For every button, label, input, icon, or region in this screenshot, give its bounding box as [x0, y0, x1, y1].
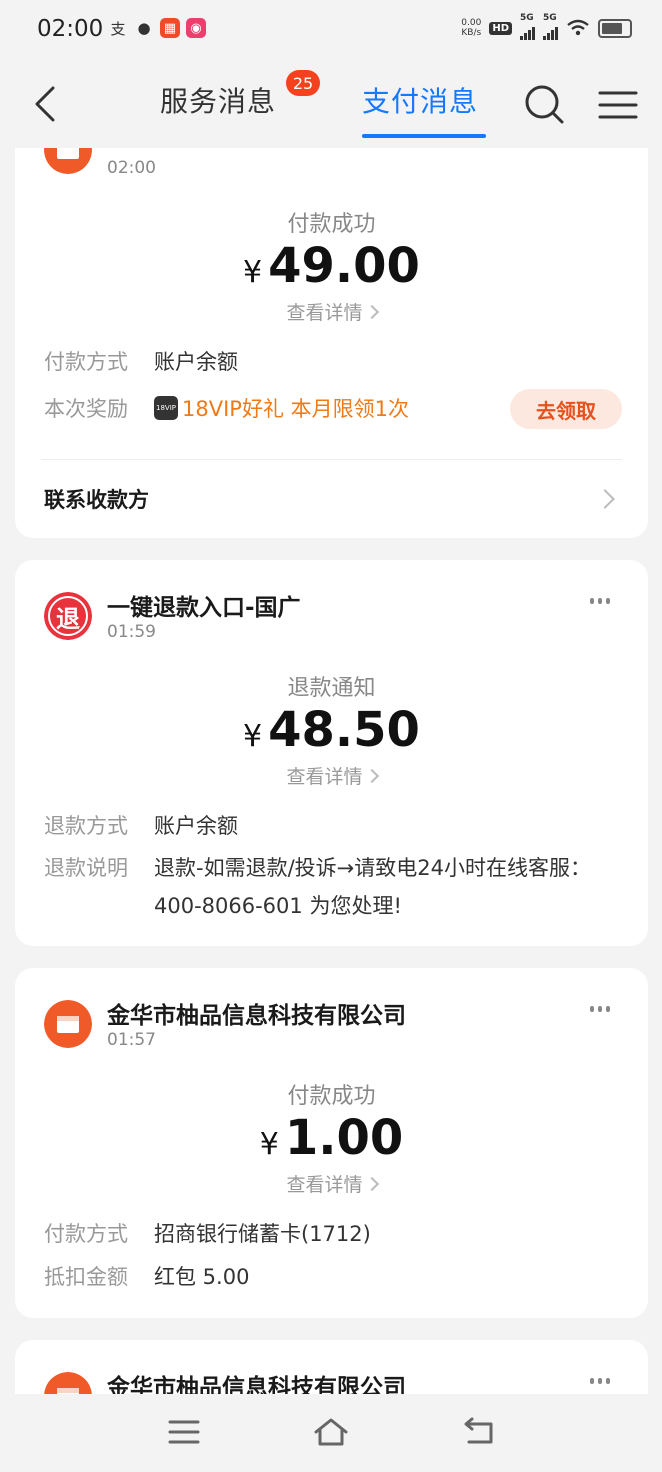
payment-card-3[interactable]: 金华市柚品信息科技有限公司 01:57 付款成功 ¥1.00 查看详情 付款方式… [15, 968, 648, 1318]
merchant-name: 一键退款入口-国广 [107, 595, 301, 621]
tab-payment-messages[interactable]: 支付消息 [362, 80, 478, 120]
search-icon[interactable] [524, 84, 564, 124]
status-bar: 02:00 支 ● ▦ ◉ 0.00 KB/s HD 5G 5G [0, 0, 662, 62]
chevron-right-icon [595, 489, 615, 509]
payment-card-1[interactable]: 02:00 付款成功 ¥49.00 查看详情 付款方式 账户余额 本次奖励 18VI… [15, 110, 648, 538]
vip-icon: 18VIP [154, 396, 178, 420]
info-row-refund-method: 退款方式 账户余额 [44, 814, 238, 838]
contact-payee[interactable]: 联系收款方 [44, 484, 149, 514]
divider [41, 459, 622, 460]
wechat-icon: ● [137, 19, 151, 37]
refund-status: 退款通知 [287, 676, 376, 701]
payment-amount: ¥49.00 [243, 238, 420, 294]
status-time: 02:00 [37, 16, 104, 42]
view-details-link[interactable]: 查看详情 [15, 762, 648, 789]
alipay-icon: 支 [110, 19, 126, 38]
active-tab-underline [362, 134, 486, 138]
merchant-store-icon [44, 1000, 92, 1048]
menu-icon[interactable] [598, 90, 638, 120]
battery-icon [598, 18, 632, 38]
payment-status: 付款成功 [287, 212, 376, 237]
more-options-icon[interactable] [590, 598, 610, 606]
wifi-icon [567, 19, 589, 36]
chevron-right-icon [364, 304, 379, 320]
more-options-icon[interactable] [590, 1378, 610, 1386]
net-speed: 0.00 KB/s [461, 18, 482, 38]
merchant-name: 金华市柚品信息科技有限公司 [107, 1003, 406, 1029]
hd-icon: HD [489, 21, 512, 35]
info-row-payment-method: 付款方式 招商银行储蓄卡(1712) [44, 1222, 371, 1246]
refund-card[interactable]: 退 一键退款入口-国广 01:59 退款通知 ¥48.50 查看详情 退款方式账… [15, 560, 648, 946]
header-nav: 服务消息 25 支付消息 [0, 62, 662, 148]
view-details-link[interactable]: 查看详情 [15, 298, 648, 325]
notification-icons: 支 ● ▦ ◉ [108, 18, 206, 38]
back-nav-icon[interactable] [461, 1416, 497, 1448]
chevron-right-icon [364, 1176, 379, 1192]
payment-status: 付款成功 [287, 1084, 376, 1109]
info-row-refund-note: 退款说明 退款-如需退款/投诉→请致电24小时在线客服：400-8066-601 … [44, 856, 591, 918]
tab-service-messages[interactable]: 服务消息 [160, 80, 276, 120]
system-nav-bar [0, 1394, 662, 1472]
message-time: 01:57 [107, 1030, 156, 1050]
info-row-deduction: 抵扣金额 红包 5.00 [44, 1265, 250, 1289]
refund-icon-text: 退 [56, 604, 80, 633]
message-time: 01:59 [107, 622, 156, 642]
recent-apps-icon[interactable] [166, 1416, 202, 1448]
signal-icon: 5G [520, 13, 535, 40]
refund-amount: ¥48.50 [243, 702, 420, 758]
message-time: 02:00 [107, 158, 156, 178]
home-icon[interactable] [313, 1416, 349, 1448]
app-icon-pink: ◉ [186, 18, 206, 38]
claim-reward-button[interactable]: 去领取 [510, 389, 622, 429]
info-row-payment-method: 付款方式 账户余额 [44, 350, 238, 374]
back-icon[interactable] [34, 86, 56, 122]
signal-icon-2: 5G [543, 13, 558, 40]
payment-amount: ¥1.00 [259, 1110, 404, 1166]
unread-badge: 25 [286, 70, 320, 96]
info-row-reward: 本次奖励 18VIP 18VIP好礼 本月限领1次 [44, 396, 409, 421]
app-icon-red: ▦ [160, 18, 180, 38]
more-options-icon[interactable] [590, 1006, 610, 1014]
view-details-link[interactable]: 查看详情 [15, 1170, 648, 1197]
chevron-right-icon [364, 768, 379, 784]
status-right: 0.00 KB/s HD 5G 5G [461, 13, 632, 40]
